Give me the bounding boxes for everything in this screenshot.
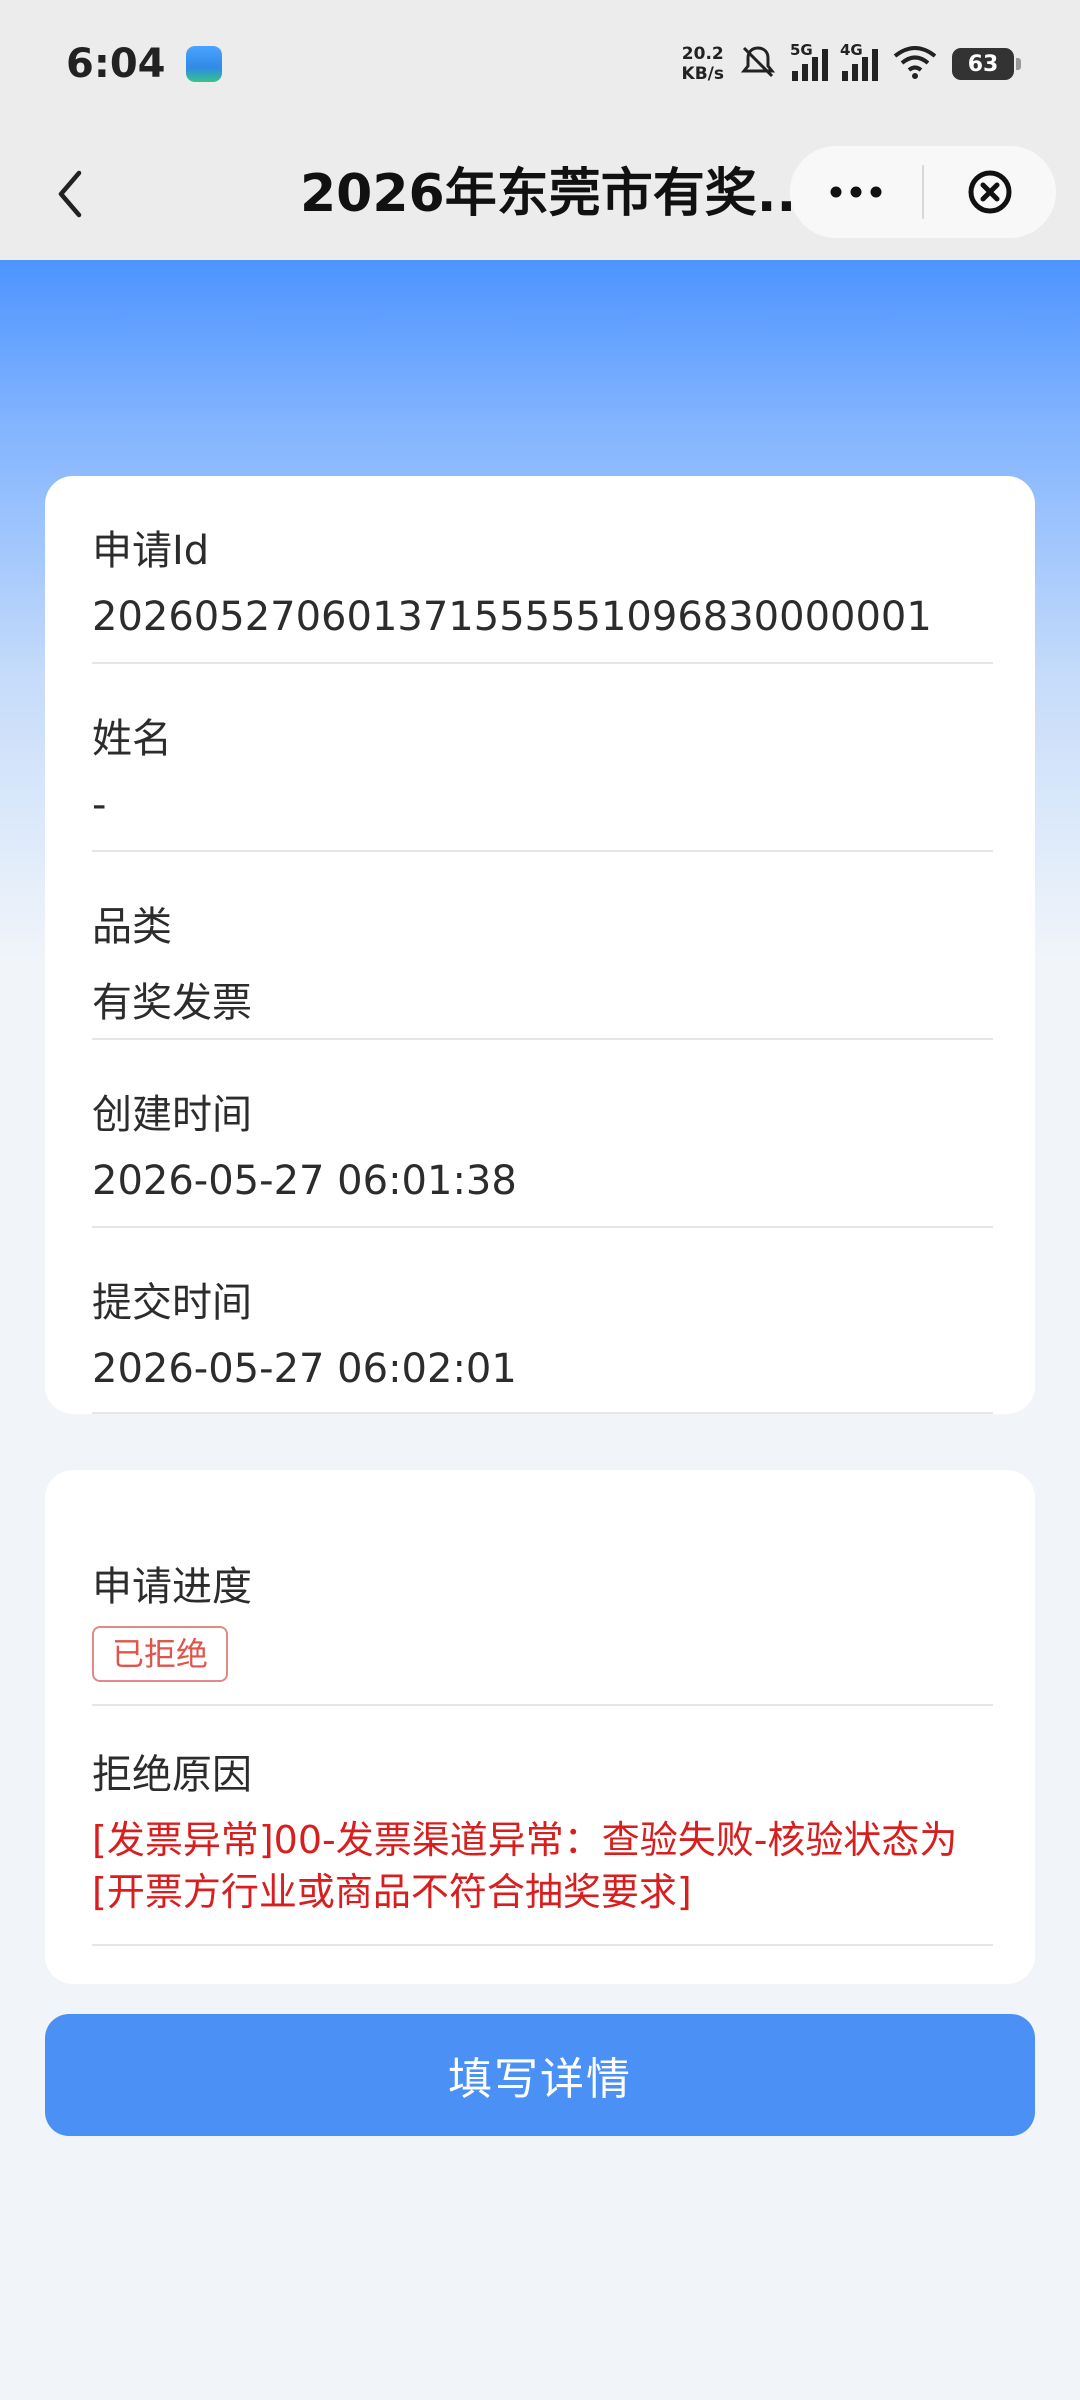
reject-reason-label: 拒绝原因 xyxy=(92,1752,252,1798)
application-info-card: 申请Id 202605270601371555551096830000001 姓… xyxy=(45,476,1035,1414)
field-created-time: 创建时间 2026-05-27 06:01:38 xyxy=(92,1040,993,1228)
progress-label: 申请进度 xyxy=(92,1564,252,1610)
chevron-left-icon xyxy=(58,170,82,218)
field-label: 姓名 xyxy=(92,716,172,762)
status-indicators: 20.2 KB/s 5G 4G 63 xyxy=(682,41,1021,86)
field-value: - xyxy=(92,782,107,828)
fill-details-button[interactable]: 填写详情 xyxy=(45,2014,1035,2136)
mini-program-capsule xyxy=(790,146,1056,238)
status-time: 6:04 xyxy=(66,41,166,87)
field-value: 202605270601371555551096830000001 xyxy=(92,594,932,640)
sim1-type: 5G xyxy=(790,41,813,59)
sim2-signal-icon: 4G xyxy=(840,41,878,81)
page-title: 2026年东莞市有奖... xyxy=(300,164,816,224)
field-submitted-time: 提交时间 2026-05-27 06:02:01 xyxy=(92,1228,993,1414)
app-notification-icon xyxy=(185,46,222,82)
status-badge: 已拒绝 xyxy=(92,1626,229,1682)
close-button[interactable] xyxy=(924,146,1056,238)
more-dots-icon xyxy=(830,186,882,198)
battery-level: 63 xyxy=(967,51,999,77)
wifi-icon xyxy=(892,44,938,84)
mute-icon xyxy=(738,42,778,86)
nav-bar: 2026年东莞市有奖... xyxy=(0,128,1080,260)
field-value: 2026-05-27 06:01:38 xyxy=(92,1158,517,1204)
back-button[interactable] xyxy=(40,164,100,224)
field-progress: 申请进度 已拒绝 xyxy=(92,1470,993,1706)
field-application-id: 申请Id 202605270601371555551096830000001 xyxy=(92,476,993,664)
field-label: 创建时间 xyxy=(92,1092,252,1138)
field-label: 品类 xyxy=(92,904,172,950)
field-value: 2026-05-27 06:02:01 xyxy=(92,1346,517,1392)
battery-icon: 63 xyxy=(952,48,1021,80)
network-speed-unit: KB/s xyxy=(681,64,724,84)
field-label: 提交时间 xyxy=(92,1280,252,1326)
field-value: 有奖发票 xyxy=(92,980,252,1026)
more-button[interactable] xyxy=(790,146,922,238)
reject-reason-text: [发票异常]00-发票渠道异常：查验失败-核验状态为[开票方行业或商品不符合抽奖… xyxy=(92,1818,958,1914)
field-reject-reason: 拒绝原因 [发票异常]00-发票渠道异常：查验失败-核验状态为[开票方行业或商品… xyxy=(92,1706,993,1946)
field-name: 姓名 - xyxy=(92,664,993,852)
field-label: 申请Id xyxy=(92,528,210,574)
sim2-type: 4G xyxy=(840,41,863,59)
sim1-signal-icon: 5G xyxy=(790,41,828,81)
status-bar: 6:04 20.2 KB/s 5G 4G 63 xyxy=(0,0,1080,128)
field-category: 品类 有奖发票 xyxy=(92,852,993,1040)
application-progress-card: 申请进度 已拒绝 拒绝原因 [发票异常]00-发票渠道异常：查验失败-核验状态为… xyxy=(45,1470,1035,1984)
network-speed-value: 20.2 xyxy=(681,44,724,64)
network-speed: 20.2 KB/s xyxy=(682,44,724,84)
close-circle-icon xyxy=(968,170,1012,214)
